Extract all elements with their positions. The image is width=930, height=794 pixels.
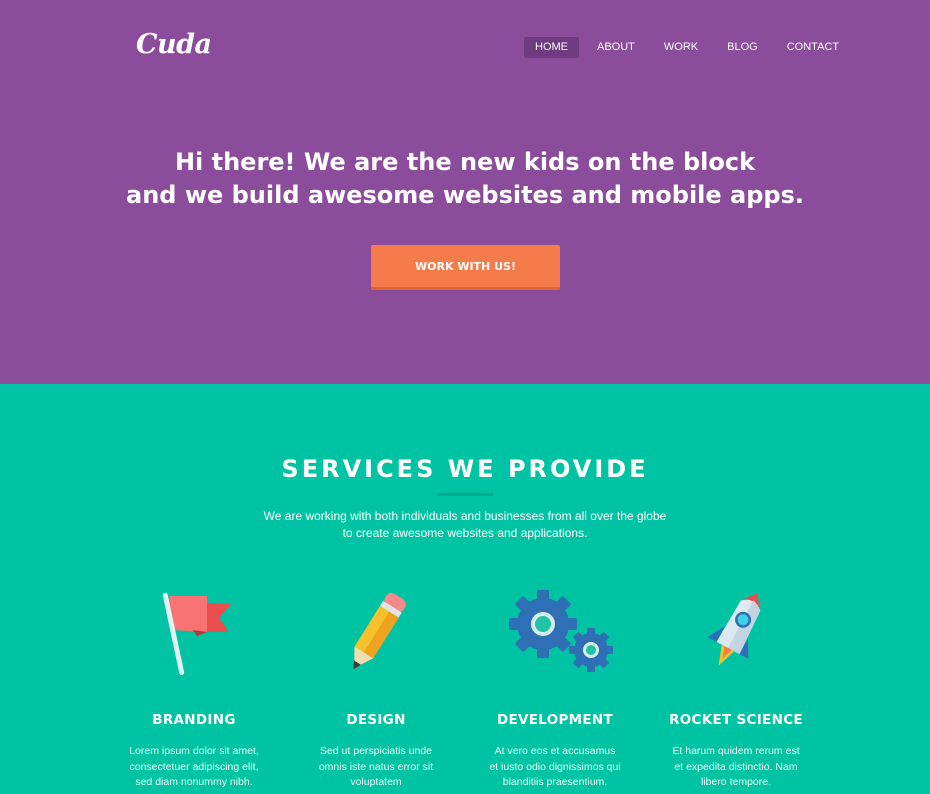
hero-headline-line2: and we build awesome websites and mobile… xyxy=(126,181,804,209)
rocket-icon xyxy=(707,593,761,666)
service-description: Et harum quidem rerum est et expedita di… xyxy=(672,745,800,788)
service-description: At vero eos et accusamus et iusto odio d… xyxy=(489,745,621,788)
service-description: Lorem ipsum dolor sit amet, consectetuer… xyxy=(129,745,259,788)
nav-item-about[interactable]: ABOUT xyxy=(586,37,646,58)
service-title: DESIGN xyxy=(346,712,406,728)
service-title: ROCKET SCIENCE xyxy=(669,712,803,728)
nav-item-home[interactable]: HOME xyxy=(524,37,579,58)
services-title: SERVICES WE PROVIDE xyxy=(281,455,649,483)
logo[interactable]: Cuda xyxy=(136,29,212,60)
nav-item-work[interactable]: WORK xyxy=(653,37,709,58)
gears-icon xyxy=(509,590,613,672)
service-description: Sed ut perspiciatis unde omnis iste natu… xyxy=(318,745,434,788)
service-title: DEVELOPMENT xyxy=(496,712,614,728)
service-title: BRANDING xyxy=(152,712,236,728)
service-card-rocket-science: ROCKET SCIENCE Et harum quidem rerum est… xyxy=(646,588,826,788)
nav-item-blog[interactable]: BLOG xyxy=(716,37,769,58)
nav-item-contact[interactable]: CONTACT xyxy=(776,37,850,58)
hero-section: Cuda HOME ABOUT WORK BLOG CONTACT Hi the… xyxy=(0,0,930,384)
hero-headline-line1: Hi there! We are the new kids on the blo… xyxy=(174,148,756,176)
hero-headline: Hi there! We are the new kids on the blo… xyxy=(0,146,930,212)
pencil-icon xyxy=(353,592,406,670)
services-intro-line1: We are working with both individuals and… xyxy=(263,509,667,523)
services-intro-line2: to create awesome websites and applicati… xyxy=(342,526,588,540)
service-card-development: DEVELOPMENT At vero eos et accusamus et … xyxy=(465,588,645,788)
flag-icon xyxy=(162,592,231,676)
services-intro: We are working with both individuals and… xyxy=(0,508,930,542)
service-card-branding: BRANDING Lorem ipsum dolor sit amet, con… xyxy=(104,588,284,788)
services-section: SERVICES WE PROVIDE We are working with … xyxy=(0,384,930,794)
work-with-us-button[interactable]: WORK WITH US! xyxy=(371,245,560,290)
title-divider xyxy=(437,493,493,496)
service-card-design: DESIGN Sed ut perspiciatis unde omnis is… xyxy=(286,588,466,788)
main-nav: HOME ABOUT WORK BLOG CONTACT xyxy=(524,37,857,58)
